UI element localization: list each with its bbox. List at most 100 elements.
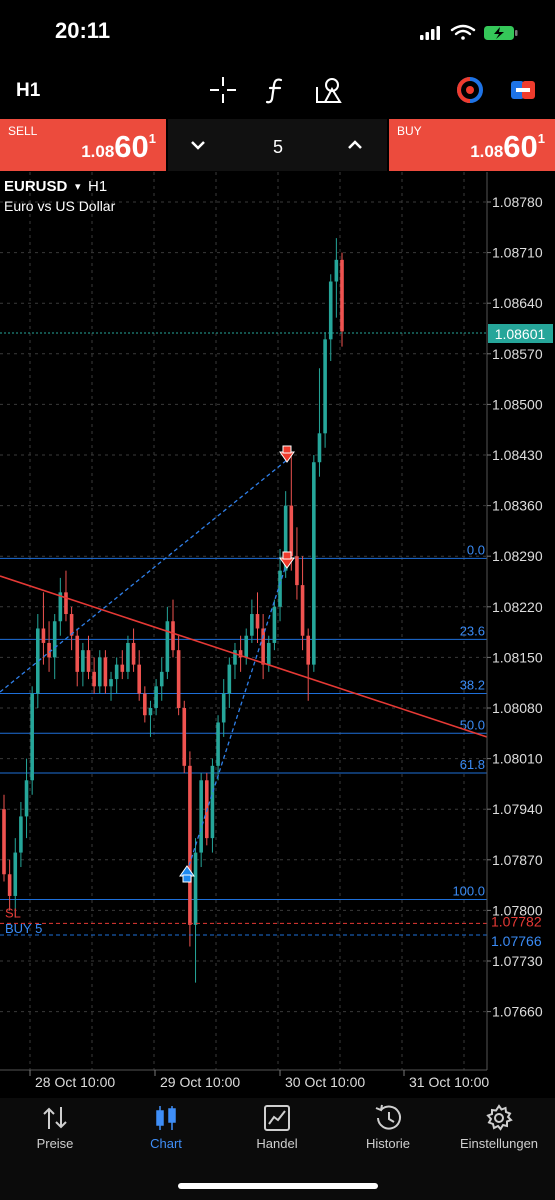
sell-button[interactable]: SELL 1.08601 <box>0 119 166 171</box>
time-tick-label: 31 Oct 10:00 <box>409 1074 489 1090</box>
candle <box>19 801 23 868</box>
candle-body <box>227 664 232 694</box>
candle <box>199 773 203 868</box>
one-click-trading-button[interactable] <box>452 72 488 108</box>
objects-button[interactable] <box>312 72 348 108</box>
candle-body <box>41 628 46 643</box>
candle-body <box>13 852 18 896</box>
buy-label: BUY <box>397 124 422 138</box>
price-tick-label: 1.07940 <box>492 801 543 817</box>
candle-body <box>328 281 333 340</box>
candle-body <box>295 556 299 586</box>
nav-item-historie[interactable]: Historie <box>333 1100 443 1151</box>
candle <box>328 274 333 362</box>
symbol-dropdown-icon[interactable]: ▾ <box>75 180 81 193</box>
candle <box>75 628 80 687</box>
buy-price-label: 1.07766 <box>491 933 542 949</box>
candle-body <box>210 765 215 839</box>
candle-body <box>97 657 102 687</box>
candle <box>97 650 102 694</box>
candle-body <box>114 664 119 680</box>
candle <box>317 368 322 477</box>
trade-markers <box>179 445 295 883</box>
time-tick-label: 29 Oct 10:00 <box>160 1074 240 1090</box>
candle <box>238 635 243 672</box>
candle-body <box>340 259 344 332</box>
price-tick-label: 1.08500 <box>492 396 543 412</box>
nav-item-preise[interactable]: Preise <box>0 1100 110 1151</box>
candle-body <box>126 642 130 672</box>
buy-price: 1.08601 <box>470 129 545 165</box>
candle-body <box>30 693 34 781</box>
candle-body <box>154 686 158 708</box>
candle-body <box>250 614 254 636</box>
volume-value[interactable]: 5 <box>260 137 296 158</box>
candle <box>312 455 316 672</box>
nav-label: Historie <box>365 1136 411 1151</box>
candle-body <box>312 462 316 665</box>
nav-label: Einstellungen <box>459 1136 539 1151</box>
candle <box>131 628 136 672</box>
chevron-up-icon <box>348 140 362 149</box>
trade-levels-icon <box>511 81 535 99</box>
volume-decrease-button[interactable] <box>184 130 212 160</box>
sell-label: SELL <box>8 124 38 138</box>
candle <box>261 614 265 680</box>
current-price-label: 1.08601 <box>495 326 546 342</box>
indicators-button[interactable] <box>258 72 294 108</box>
crosshair-button[interactable] <box>205 72 241 108</box>
candle <box>272 599 277 651</box>
candle <box>69 606 74 651</box>
candle <box>47 621 51 672</box>
fibonacci-retracement[interactable]: 0.023.638.250.061.8100.0 <box>0 542 487 901</box>
time-tick-label: 30 Oct 10:00 <box>285 1074 365 1090</box>
nav-label: Preise <box>36 1136 74 1151</box>
trade-icon <box>264 1105 290 1131</box>
candle <box>143 686 147 723</box>
time-axis: 28 Oct 10:00 29 Oct 10:00 30 Oct 10:00 31 O… <box>29 1070 489 1090</box>
price-tick-label: 1.08430 <box>492 447 543 463</box>
candle-body <box>289 505 294 557</box>
one-click-trading-icon <box>457 77 483 103</box>
volume-increase-button[interactable] <box>341 130 369 160</box>
price-chart[interactable]: 0.023.638.250.061.8100.0 SLBUY 51.077661… <box>0 172 555 1097</box>
chart-symbol[interactable]: EURUSD <box>4 178 68 195</box>
price-tick-label: 1.08290 <box>492 548 543 564</box>
chart-timeframe-label: H1 <box>88 178 107 195</box>
nav-item-handel[interactable]: Handel <box>222 1100 332 1151</box>
candle-body <box>2 809 6 875</box>
candle <box>221 679 226 737</box>
candle <box>30 686 34 795</box>
buy-button[interactable]: BUY 1.08601 <box>389 119 555 171</box>
candle-body <box>47 642 51 658</box>
candle <box>154 679 158 716</box>
candle <box>165 606 170 680</box>
price-tick-label: 1.08010 <box>492 751 543 767</box>
candle <box>244 628 249 665</box>
timeframe-button[interactable]: H1 <box>16 80 40 102</box>
candle <box>227 657 232 708</box>
price-tick-label: 1.07800 <box>492 902 543 918</box>
price-tick-label: 1.08080 <box>492 700 543 716</box>
candle-body <box>300 585 305 636</box>
price-tick-label: 1.08360 <box>492 498 543 514</box>
candle-body <box>176 650 181 708</box>
price-tick-label: 1.07870 <box>492 852 543 868</box>
nav-item-chart[interactable]: Chart <box>111 1100 221 1151</box>
nav-item-einstellungen[interactable]: Einstellungen <box>444 1100 554 1151</box>
crosshair-icon <box>210 77 236 103</box>
order-levels[interactable]: SLBUY 51.077661.07782 <box>0 905 542 949</box>
candle <box>24 758 29 839</box>
candle-body <box>317 433 322 463</box>
trade-levels-button[interactable] <box>506 72 542 108</box>
candle-body <box>24 780 29 817</box>
candle-body <box>19 816 23 853</box>
candle-body <box>193 852 198 925</box>
trend-line[interactable] <box>0 575 488 738</box>
objects-icon <box>316 78 342 103</box>
candle-body <box>272 606 277 643</box>
chart-icon <box>156 1106 176 1130</box>
candle <box>233 642 237 680</box>
candle-body <box>266 642 271 665</box>
candle-body <box>120 664 125 672</box>
